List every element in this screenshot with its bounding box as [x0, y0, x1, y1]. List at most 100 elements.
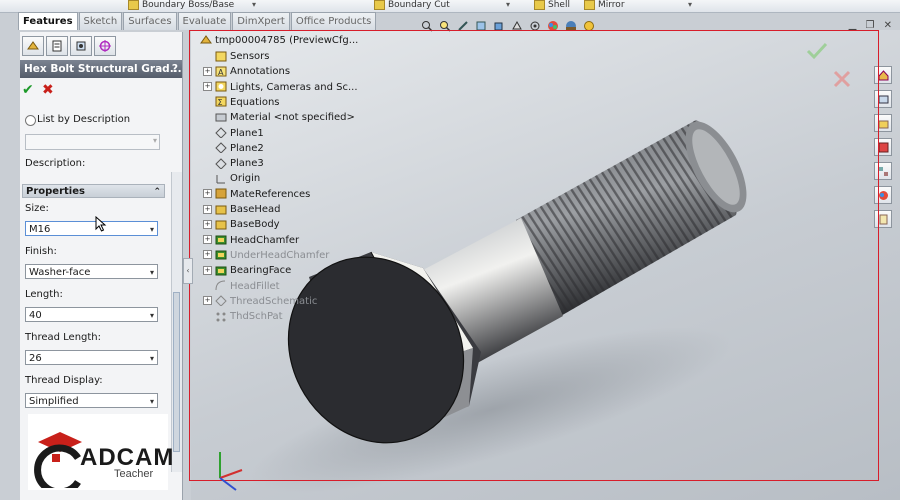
boundary-boss-icon — [128, 0, 139, 10]
expand-icon[interactable]: + — [203, 296, 212, 306]
chevron-down-icon: ▾ — [149, 225, 154, 234]
apply-scene-icon[interactable] — [564, 19, 578, 33]
tab-office-products[interactable]: Office Products — [290, 12, 377, 30]
dimxpert-manager-tab-icon[interactable] — [94, 36, 116, 56]
view-orientation-icon[interactable] — [492, 19, 506, 33]
tree-item-label: Annotations — [230, 66, 291, 78]
tree-item[interactable]: + MateReferences — [203, 188, 310, 202]
appearances-icon[interactable] — [874, 186, 892, 204]
zoom-to-fit-icon[interactable] — [420, 19, 434, 33]
tree-item[interactable]: Plane3 — [203, 157, 264, 171]
boundary-cut-button[interactable]: Boundary Cut — [374, 0, 450, 12]
length-select[interactable]: 40 ▾ — [25, 307, 158, 322]
tab-surfaces[interactable]: Surfaces — [123, 12, 177, 30]
display-style-icon[interactable] — [510, 19, 524, 33]
thread-length-select[interactable]: 26 ▾ — [25, 350, 158, 365]
expand-icon[interactable]: + — [203, 219, 212, 229]
mirror-button[interactable]: Mirror — [584, 0, 625, 12]
expand-icon[interactable]: + — [203, 235, 212, 245]
view-palette-icon[interactable] — [874, 162, 892, 180]
plane-icon — [215, 157, 227, 170]
view-settings-icon[interactable] — [582, 19, 596, 33]
minimize-icon[interactable]: ▁ — [849, 20, 857, 31]
expand-icon[interactable]: + — [203, 265, 212, 275]
tree-item[interactable]: Plane2 — [203, 142, 264, 156]
tree-item[interactable]: Σ Equations — [203, 96, 280, 110]
properties-group-header[interactable]: Properties ⌃ — [22, 184, 165, 198]
tab-evaluate[interactable]: Evaluate — [177, 12, 232, 30]
close-icon[interactable]: ✕ — [884, 20, 892, 31]
tree-item[interactable]: + Lights, Cameras and Sc... — [203, 81, 358, 95]
panel-collapse-handle[interactable]: ‹ — [183, 258, 193, 284]
chevron-down-icon[interactable]: ▾ — [506, 0, 510, 9]
tree-item[interactable]: + A Annotations — [203, 65, 290, 79]
tab-sketch[interactable]: Sketch — [78, 12, 123, 30]
revolve-cut-icon — [215, 265, 227, 276]
list-by-description-label: List by Description — [37, 114, 131, 125]
tree-item[interactable]: Material <not specified> — [203, 111, 355, 125]
hide-show-icon[interactable] — [528, 19, 542, 33]
cancel-button[interactable]: ✖ — [42, 82, 54, 98]
ok-button[interactable]: ✔ — [22, 82, 34, 98]
previous-view-icon[interactable] — [456, 19, 470, 33]
cancel-x-icon[interactable] — [833, 70, 851, 88]
tree-item[interactable]: Sensors — [203, 50, 270, 64]
collapse-icon[interactable]: ⌃ — [153, 185, 161, 199]
expand-icon[interactable]: + — [203, 204, 212, 214]
property-manager-scrollbar[interactable] — [171, 172, 182, 472]
tree-item[interactable]: + UnderHeadChamfer — [203, 249, 329, 263]
configuration-manager-tab-icon[interactable] — [70, 36, 92, 56]
tree-item[interactable]: + ThreadSchematic — [203, 295, 317, 309]
tree-item[interactable]: + BearingFace — [203, 264, 291, 278]
list-by-description-radio[interactable] — [25, 115, 36, 126]
tree-item-label: BaseHead — [230, 204, 281, 215]
help-icon[interactable]: ? — [172, 60, 178, 78]
revolve-cut-icon — [215, 249, 227, 260]
expand-icon[interactable]: + — [203, 66, 212, 76]
expand-icon[interactable]: + — [203, 189, 212, 199]
thread-display-label: Thread Display: — [25, 375, 103, 386]
confirm-check-icon[interactable] — [806, 42, 828, 60]
expand-icon[interactable]: + — [203, 250, 212, 260]
finish-select[interactable]: Washer-face ▾ — [25, 264, 158, 279]
graphics-viewport[interactable] — [191, 30, 900, 500]
feature-manager-tab-icon[interactable] — [22, 36, 44, 56]
length-label: Length: — [25, 289, 63, 300]
property-manager-tab-icon[interactable] — [46, 36, 68, 56]
size-select[interactable]: M16 ▾ — [25, 221, 158, 236]
description-label: Description: — [25, 158, 86, 169]
tree-item[interactable]: + BaseBody — [203, 218, 280, 232]
zoom-area-icon[interactable] — [438, 19, 452, 33]
design-library-icon[interactable] — [874, 90, 892, 108]
file-explorer-icon[interactable] — [874, 114, 892, 132]
tree-item[interactable]: Plane1 — [203, 127, 264, 141]
adcam-teacher-logo: ADCAM Teacher — [28, 414, 173, 490]
tree-item[interactable]: + HeadChamfer — [203, 234, 299, 248]
boundary-boss-button[interactable]: Boundary Boss/Base — [128, 0, 234, 12]
tree-item-label: Equations — [230, 96, 280, 108]
tree-item[interactable]: Origin — [203, 172, 260, 186]
tree-root[interactable]: tmp00004785 (PreviewCfg... — [200, 34, 358, 48]
scrollbar-thumb[interactable] — [173, 292, 180, 452]
chevron-down-icon[interactable]: ▾ — [688, 0, 692, 9]
shell-button[interactable]: Shell — [534, 0, 570, 12]
description-select[interactable]: ▾ — [25, 134, 160, 150]
tab-features[interactable]: Features — [18, 12, 78, 30]
home-icon[interactable] — [874, 66, 892, 84]
edit-appearance-icon[interactable] — [546, 19, 560, 33]
expand-icon[interactable]: + — [203, 82, 212, 92]
task-pane-tabs — [874, 66, 892, 234]
lights-icon — [215, 81, 227, 92]
thread-display-select[interactable]: Simplified ▾ — [25, 393, 158, 408]
tree-item[interactable]: ThdSchPat — [203, 310, 283, 324]
mouse-cursor-icon — [95, 216, 107, 232]
search-results-icon[interactable] — [874, 138, 892, 156]
custom-properties-icon[interactable] — [874, 210, 892, 228]
restore-icon[interactable]: ❐ — [865, 20, 874, 31]
fillet-icon — [215, 280, 227, 291]
tree-item[interactable]: HeadFillet — [203, 280, 280, 294]
section-view-icon[interactable] — [474, 19, 488, 33]
tree-item[interactable]: + BaseHead — [203, 203, 281, 217]
chevron-down-icon[interactable]: ▾ — [252, 0, 256, 9]
tab-dimxpert[interactable]: DimXpert — [232, 12, 290, 30]
